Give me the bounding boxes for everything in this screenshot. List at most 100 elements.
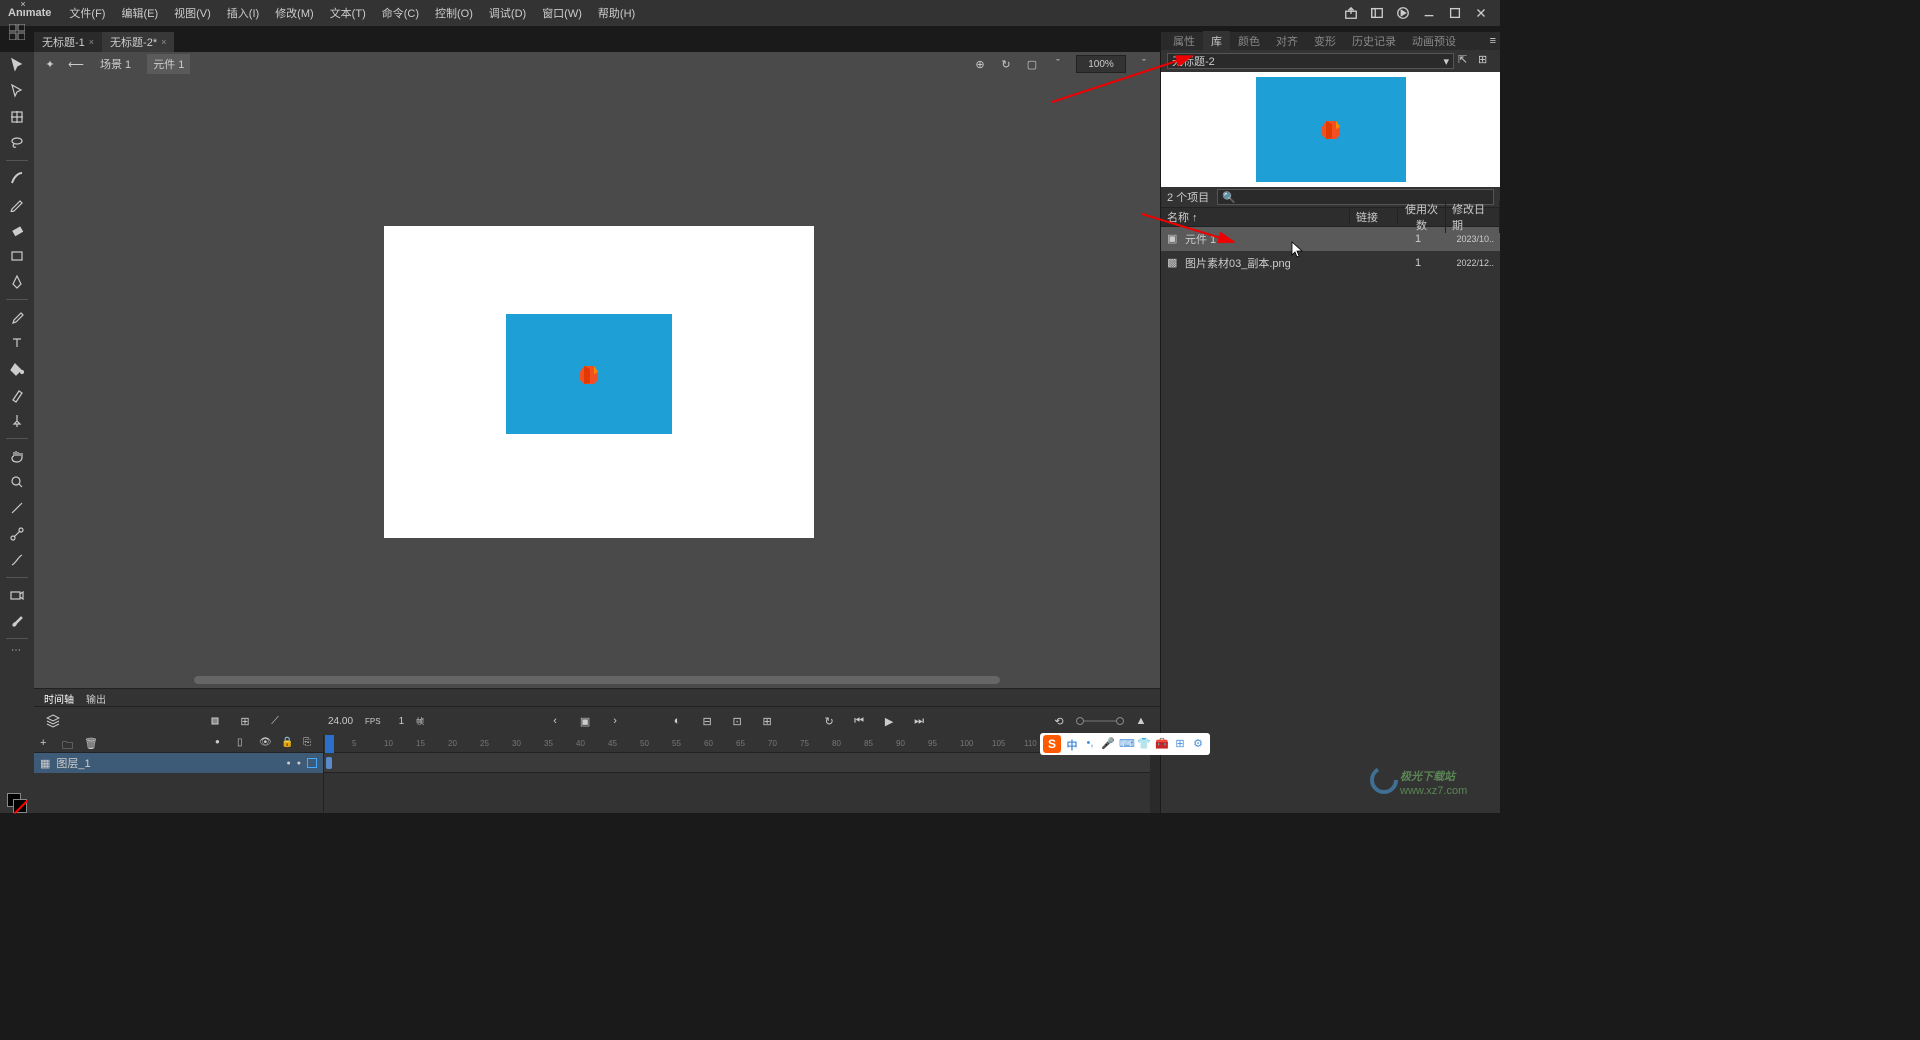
width-tool-icon[interactable]	[6, 549, 28, 571]
lock-icon[interactable]: 🔒	[281, 737, 295, 751]
menu-text[interactable]: 文本(T)	[324, 2, 372, 24]
menu-edit[interactable]: 编辑(E)	[115, 2, 164, 24]
ime-grid-icon[interactable]: ⊞	[1173, 737, 1187, 751]
keyframe-icon[interactable]	[206, 712, 224, 730]
scrollbar-horizontal[interactable]	[194, 676, 1000, 684]
stage[interactable]	[34, 76, 1160, 688]
menu-modify[interactable]: 修改(M)	[269, 2, 320, 24]
zoom-input[interactable]	[1076, 55, 1126, 73]
chevron-down-icon[interactable]: ˇ	[1136, 56, 1152, 72]
workspace-icon[interactable]	[0, 20, 34, 44]
tab-timeline[interactable]: 时间轴	[44, 691, 74, 704]
ime-voice-icon[interactable]: 🎤	[1101, 737, 1115, 751]
minimize-icon[interactable]	[1418, 2, 1440, 24]
frame-view-icon[interactable]: ⊞	[236, 712, 254, 730]
line-tool-icon[interactable]	[6, 497, 28, 519]
rotate-view-icon[interactable]: ↻	[998, 56, 1014, 72]
paint-brush-tool-icon[interactable]	[6, 610, 28, 632]
rectangle-tool-icon[interactable]	[6, 245, 28, 267]
fps-value[interactable]: 24.00	[328, 716, 353, 727]
marker2-icon[interactable]: ⊞	[758, 712, 776, 730]
loop-toggle-icon[interactable]: ⟲	[1050, 712, 1068, 730]
layout-icon[interactable]	[1366, 2, 1388, 24]
current-frame[interactable]: 1	[399, 716, 405, 727]
play-icon[interactable]: ▶	[880, 712, 898, 730]
close-icon[interactable]: ×	[18, 0, 28, 10]
delete-layer-icon[interactable]: 🗑	[84, 737, 98, 751]
ime-skin-icon[interactable]: 👕	[1137, 737, 1151, 751]
menu-control[interactable]: 控制(O)	[429, 2, 479, 24]
close-tab-icon[interactable]: ×	[89, 37, 94, 47]
marker-icon[interactable]: ⊡	[728, 712, 746, 730]
tab-output[interactable]: 输出	[86, 691, 106, 704]
parent-icon[interactable]: ⎘	[303, 737, 317, 751]
last-frame-icon[interactable]: ⏭	[910, 712, 928, 730]
prev-icon[interactable]: ‹	[546, 712, 564, 730]
zoom-timeline-icon[interactable]: ▲	[1132, 712, 1150, 730]
new-library-icon[interactable]: ⊞	[1478, 53, 1494, 69]
paint-bucket-tool-icon[interactable]	[6, 358, 28, 380]
visibility-icon[interactable]: 👁	[259, 737, 273, 751]
ime-toolbar[interactable]: S 中 •, 🎤 ⌨ 👕 🧰 ⊞ ⚙	[1040, 733, 1210, 755]
edit-multi-icon[interactable]: ⊟	[698, 712, 716, 730]
play-icon[interactable]	[1392, 2, 1414, 24]
subselection-tool-icon[interactable]	[6, 80, 28, 102]
more-tools-icon[interactable]: ⋯	[11, 645, 23, 656]
tab-history[interactable]: 历史记录	[1344, 31, 1404, 51]
zoom-tool-icon[interactable]	[6, 471, 28, 493]
placed-bitmap[interactable]	[576, 362, 602, 388]
panel-menu-icon[interactable]: ≡	[1490, 35, 1496, 47]
pin-tool-icon[interactable]	[6, 410, 28, 432]
symbol-instance[interactable]	[506, 314, 672, 434]
highlight-icon[interactable]: ●	[215, 737, 229, 751]
selection-tool-icon[interactable]	[6, 54, 28, 76]
scene-icon[interactable]: ✦	[42, 56, 58, 72]
chevron-down-icon[interactable]: ˇ	[1050, 56, 1066, 72]
insert-frame-icon[interactable]: ▣	[576, 712, 594, 730]
col-link[interactable]: 链接	[1350, 209, 1398, 225]
close-window-icon[interactable]	[1470, 2, 1492, 24]
layer-dot-icon[interactable]: ●	[297, 760, 301, 767]
eyedropper-tool-icon[interactable]	[6, 306, 28, 328]
col-date[interactable]: 修改日期	[1446, 201, 1500, 233]
layer-name[interactable]: 图层_1	[56, 755, 90, 771]
pin-library-icon[interactable]: ⇱	[1458, 53, 1474, 69]
breadcrumb-symbol[interactable]: 元件 1	[147, 54, 190, 74]
tab-align[interactable]: 对齐	[1268, 31, 1306, 51]
keyframe-icon[interactable]	[326, 757, 332, 769]
tab-preset[interactable]: 动画预设	[1404, 31, 1464, 51]
sogou-logo-icon[interactable]: S	[1043, 735, 1061, 753]
hand-tool-icon[interactable]	[6, 445, 28, 467]
ime-lang[interactable]: 中	[1065, 737, 1079, 751]
graph-icon[interactable]: ⟋	[266, 712, 284, 730]
onion-range-slider[interactable]	[1080, 720, 1120, 722]
layer-row[interactable]: ▦ 图层_1 ● ●	[34, 753, 323, 773]
menu-file[interactable]: 文件(F)	[63, 2, 111, 24]
layer-dot-icon[interactable]: ●	[287, 760, 291, 767]
layer-color-icon[interactable]	[307, 758, 317, 768]
maximize-icon[interactable]	[1444, 2, 1466, 24]
loop-icon[interactable]: ↻	[820, 712, 838, 730]
tab-properties[interactable]: 属性	[1165, 31, 1203, 51]
library-item[interactable]: ▩ 图片素材03_副本.png 1 2022/12..	[1161, 251, 1500, 275]
layers-icon[interactable]	[44, 712, 62, 730]
eraser-tool-icon[interactable]	[6, 219, 28, 241]
first-frame-icon[interactable]: ⏮	[850, 712, 868, 730]
text-tool-icon[interactable]	[6, 332, 28, 354]
onion-skin-icon[interactable]: ◐	[668, 712, 686, 730]
tab-color[interactable]: 颜色	[1230, 31, 1268, 51]
ime-keyboard-icon[interactable]: ⌨	[1119, 737, 1133, 751]
ime-settings-icon[interactable]: ⚙	[1191, 737, 1205, 751]
canvas[interactable]	[384, 226, 814, 538]
clip-icon[interactable]: ▢	[1024, 56, 1040, 72]
ink-bottle-tool-icon[interactable]	[6, 384, 28, 406]
add-folder-icon[interactable]: 🗀	[62, 737, 76, 751]
close-tab-icon[interactable]: ×	[161, 37, 166, 47]
menu-insert[interactable]: 插入(I)	[221, 2, 265, 24]
tab-transform[interactable]: 变形	[1306, 31, 1344, 51]
menu-help[interactable]: 帮助(H)	[592, 2, 641, 24]
col-name[interactable]: 名称 ↑	[1161, 209, 1350, 225]
frame-ruler[interactable]: 5101520253035404550556065707580859095100…	[324, 735, 1160, 753]
menu-window[interactable]: 窗口(W)	[536, 2, 588, 24]
bone-tool-icon[interactable]	[6, 523, 28, 545]
